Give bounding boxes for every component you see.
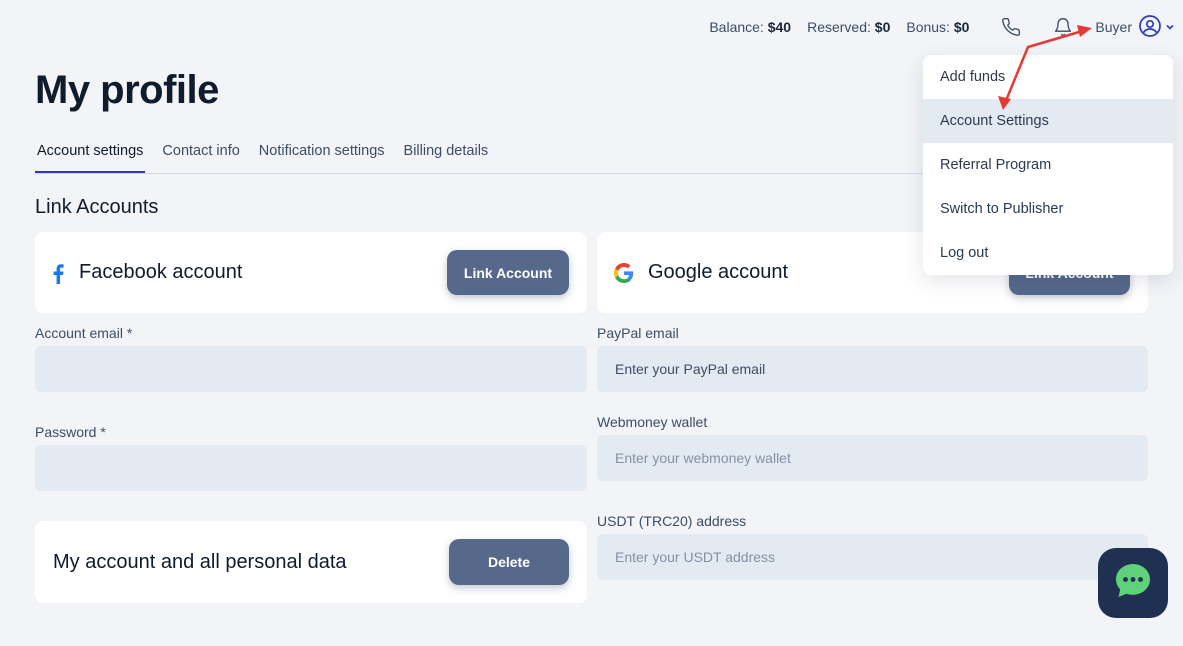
page-title: My profile [35, 68, 219, 112]
tab-notification-settings[interactable]: Notification settings [257, 140, 387, 173]
chevron-down-icon [1165, 19, 1175, 35]
bonus-stat: Bonus: $0 [906, 19, 970, 35]
link-accounts-heading: Link Accounts [35, 196, 159, 218]
menu-item-switch-to-publisher[interactable]: Switch to Publisher [923, 187, 1173, 231]
tab-billing-details[interactable]: Billing details [402, 140, 491, 173]
tab-contact-info[interactable]: Contact info [160, 140, 241, 173]
delete-account-label: My account and all personal data [53, 551, 347, 573]
webmoney-wallet-field[interactable] [597, 435, 1148, 481]
profile-page: Balance: $40 Reserved: $0 Bonus: $0 Buye… [0, 0, 1183, 646]
user-circle-icon [1138, 14, 1162, 41]
usdt-address-field[interactable] [597, 534, 1148, 580]
menu-item-add-funds[interactable]: Add funds [923, 55, 1173, 99]
menu-item-log-out[interactable]: Log out [923, 231, 1173, 275]
menu-item-account-settings[interactable]: Account Settings [923, 99, 1173, 143]
password-field[interactable] [35, 445, 587, 491]
account-email-label: Account email * [35, 325, 133, 341]
bell-icon[interactable] [1051, 15, 1075, 39]
facebook-icon [52, 264, 64, 289]
usdt-address-label: USDT (TRC20) address [597, 513, 747, 529]
user-name: Buyer [1095, 19, 1132, 35]
tab-account-settings[interactable]: Account settings [35, 140, 146, 173]
account-email-field[interactable] [35, 346, 587, 392]
password-label: Password * [35, 424, 106, 440]
facebook-account-label: Facebook account [79, 261, 243, 283]
top-bar: Balance: $40 Reserved: $0 Bonus: $0 Buye… [709, 14, 1175, 40]
paypal-email-label: PayPal email [597, 325, 679, 341]
paypal-email-field[interactable] [597, 346, 1148, 392]
phone-icon[interactable] [999, 15, 1023, 39]
chat-button[interactable] [1098, 548, 1168, 618]
google-icon [614, 263, 634, 288]
chat-bubble-icon [1114, 562, 1152, 605]
facebook-card: Facebook account Link Account [35, 232, 587, 313]
balance-stat: Balance: $40 [709, 19, 792, 35]
reserved-stat: Reserved: $0 [807, 19, 891, 35]
menu-item-referral-program[interactable]: Referral Program [923, 143, 1173, 187]
user-menu[interactable]: Buyer [1095, 14, 1175, 41]
webmoney-wallet-label: Webmoney wallet [597, 414, 708, 430]
user-dropdown-menu: Add funds Account Settings Referral Prog… [923, 55, 1173, 275]
link-facebook-button[interactable]: Link Account [447, 250, 569, 295]
delete-account-card: My account and all personal data Delete [35, 521, 587, 603]
delete-account-button[interactable]: Delete [449, 539, 569, 585]
google-account-label: Google account [648, 261, 789, 283]
